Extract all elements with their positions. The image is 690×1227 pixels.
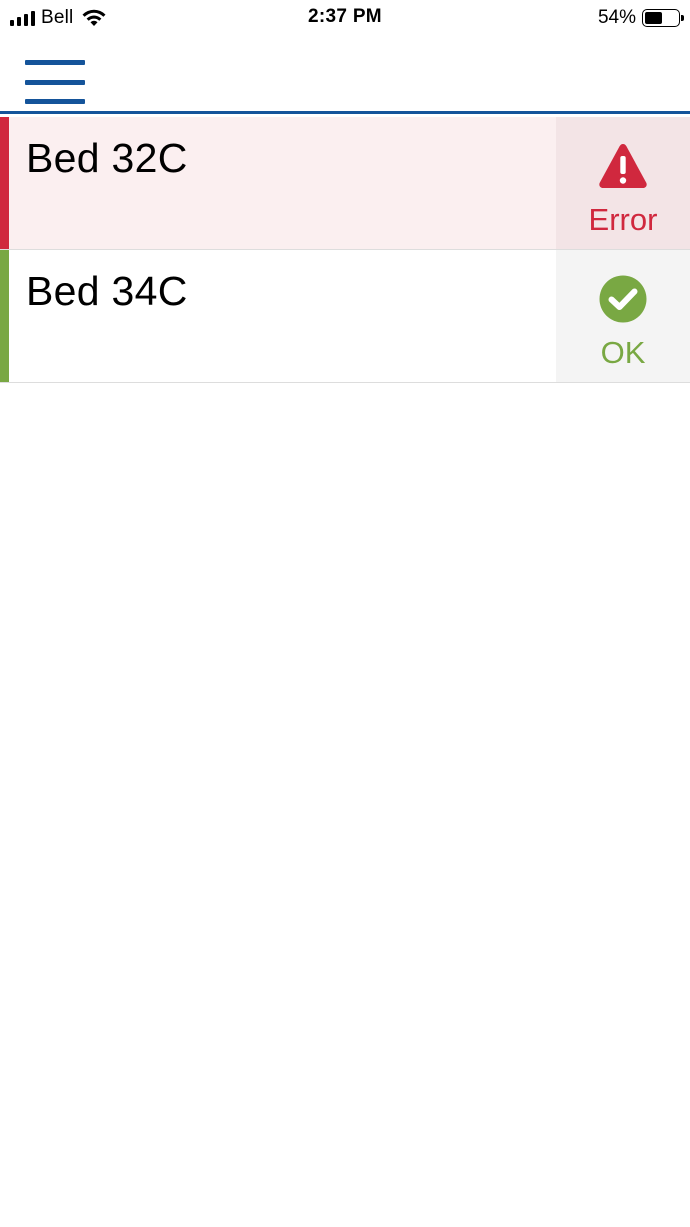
battery-cap [681,15,684,21]
bed-name: Bed 34C [26,268,188,314]
status-label: OK [600,335,646,370]
clock: 2:37 PM [308,6,382,27]
check-circle-icon [599,275,647,323]
status-right: 54% [597,6,684,30]
status-cell: OK [556,250,690,382]
status-cell: Error [556,117,690,249]
warning-triangle-icon [599,144,647,188]
hamburger-menu-icon[interactable] [25,60,85,104]
bed-name: Bed 32C [26,135,188,181]
battery-level [645,12,663,24]
battery-percentage: 54% [597,7,636,28]
bed-list: Bed 32C Error Bed 34C OK [0,117,690,383]
status-label: Error [588,202,658,237]
bed-row-34c[interactable]: Bed 34C OK [0,250,690,383]
status-accent-bar [0,250,9,382]
menu-bar-middle [25,79,85,85]
nav-header [0,36,690,114]
status-accent-bar [0,117,9,249]
battery-icon [642,9,684,27]
status-bar: Bell 2:37 PM 54% [0,0,690,36]
bed-row-32c[interactable]: Bed 32C Error [0,117,690,250]
menu-bar-top [25,60,85,65]
menu-bar-bottom [25,99,85,104]
